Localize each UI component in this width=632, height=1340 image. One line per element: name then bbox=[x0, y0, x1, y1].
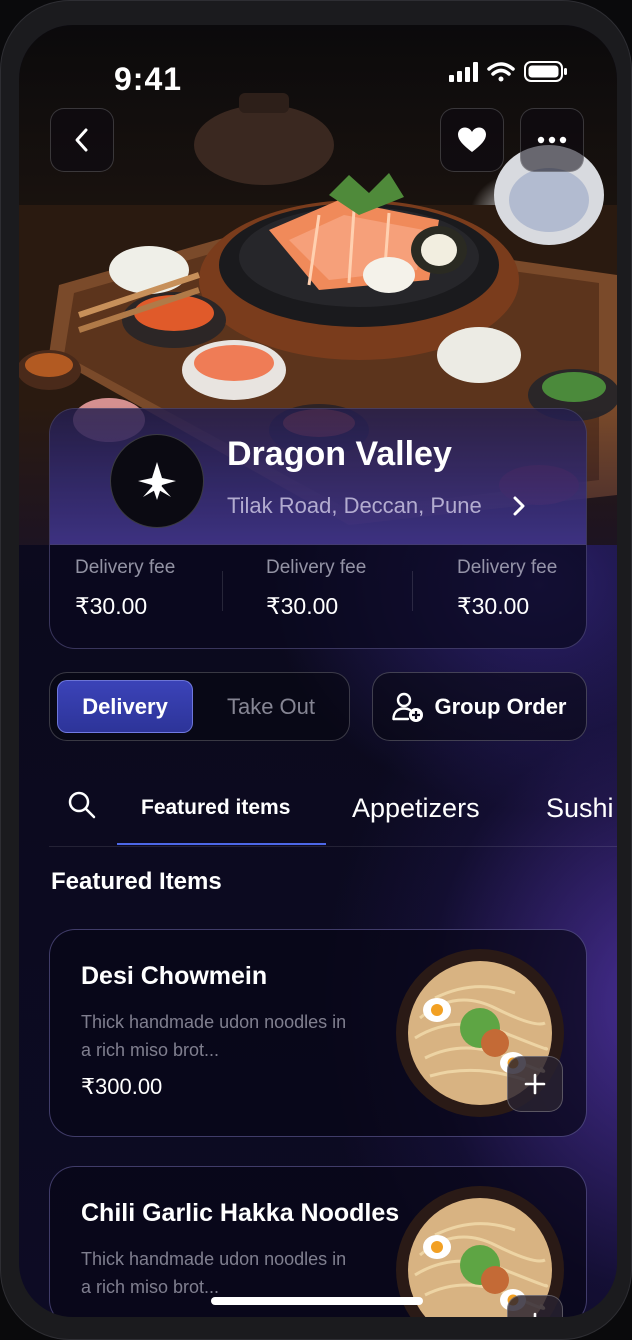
battery-icon bbox=[524, 61, 567, 82]
fee-label: Delivery fee bbox=[266, 557, 367, 578]
search-icon[interactable] bbox=[67, 790, 97, 820]
menu-item-card[interactable]: Desi Chowmein Thick handmade udon noodle… bbox=[49, 929, 587, 1137]
section-title: Featured Items bbox=[51, 868, 222, 895]
tab-featured-items[interactable]: Featured items bbox=[141, 770, 290, 846]
restaurant-name: Dragon Valley bbox=[227, 435, 452, 473]
fee-divider bbox=[222, 571, 223, 611]
user-add-icon bbox=[392, 692, 424, 722]
fee-item: Delivery fee ₹30.00 bbox=[75, 557, 245, 620]
item-title: Desi Chowmein bbox=[81, 962, 268, 990]
back-button[interactable] bbox=[50, 108, 114, 172]
tab-appetizers[interactable]: Appetizers bbox=[352, 770, 480, 846]
chevron-left-icon bbox=[75, 128, 88, 152]
status-icons bbox=[445, 59, 575, 85]
group-order-button[interactable]: Group Order bbox=[372, 672, 587, 741]
item-description: Thick handmade udon noodles in a rich mi… bbox=[81, 1012, 347, 1060]
fee-item: Delivery fee ₹30.00 bbox=[266, 557, 436, 620]
take-out-option[interactable]: Take Out bbox=[201, 680, 341, 733]
plus-icon bbox=[533, 1312, 537, 1317]
add-item-button[interactable] bbox=[507, 1295, 563, 1317]
item-price: ₹300.00 bbox=[81, 1074, 163, 1099]
favorite-button[interactable] bbox=[440, 108, 504, 172]
active-tab-indicator bbox=[117, 843, 326, 845]
home-indicator[interactable] bbox=[211, 1297, 423, 1305]
restaurant-logo bbox=[110, 434, 204, 528]
fee-divider bbox=[412, 571, 413, 611]
fee-value: ₹30.00 bbox=[266, 593, 339, 619]
more-button[interactable] bbox=[520, 108, 584, 172]
menu-item-card[interactable]: Chili Garlic Hakka Noodles Thick handmad… bbox=[49, 1166, 587, 1317]
more-horizontal-icon bbox=[537, 136, 567, 144]
fee-label: Delivery fee bbox=[457, 557, 558, 578]
plus-icon bbox=[524, 1073, 546, 1095]
heart-icon bbox=[458, 127, 486, 152]
category-tabs: Featured items Appetizers Sushi bbox=[49, 770, 617, 847]
fee-label: Delivery fee bbox=[75, 557, 176, 578]
order-mode-toggle: Delivery Take Out bbox=[49, 672, 350, 741]
chevron-right-icon[interactable] bbox=[510, 495, 528, 517]
restaurant-address[interactable]: Tilak Road, Deccan, Pune bbox=[227, 493, 482, 519]
fee-value: ₹30.00 bbox=[75, 593, 148, 619]
tab-sushi[interactable]: Sushi bbox=[546, 770, 614, 846]
star-logo-icon bbox=[138, 462, 176, 500]
add-item-button[interactable] bbox=[507, 1056, 563, 1112]
delivery-option[interactable]: Delivery bbox=[57, 680, 193, 733]
screen: 9:41 Dragon Valley Tilak Road, Deccan, P… bbox=[19, 25, 617, 1317]
phone-frame: 9:41 Dragon Valley Tilak Road, Deccan, P… bbox=[0, 0, 632, 1340]
fee-value: ₹30.00 bbox=[457, 593, 530, 619]
group-order-label: Group Order bbox=[434, 693, 567, 719]
restaurant-card: Dragon Valley Tilak Road, Deccan, Pune D… bbox=[49, 408, 587, 649]
item-description: Thick handmade udon noodles in a rich mi… bbox=[81, 1249, 347, 1297]
item-title: Chili Garlic Hakka Noodles bbox=[81, 1199, 400, 1227]
signal-icon bbox=[449, 62, 478, 82]
status-time: 9:41 bbox=[114, 61, 183, 97]
wifi-icon bbox=[487, 62, 515, 82]
fee-item: Delivery fee ₹30.00 bbox=[457, 557, 586, 620]
